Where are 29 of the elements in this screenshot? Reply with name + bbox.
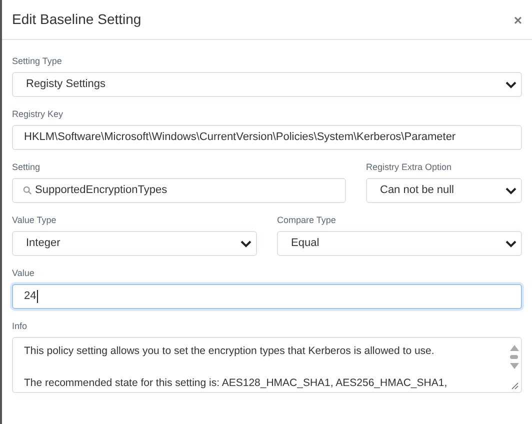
chevron-down-icon — [505, 240, 517, 248]
dropdown[interactable]: Can not be null — [366, 178, 522, 203]
input-field[interactable]: 24 — [12, 284, 522, 309]
field-label: Setting — [12, 161, 42, 173]
dropdown[interactable]: Integer — [12, 231, 257, 256]
info-text: This policy setting allows you to set the encryption types that Kerberos is allowed to use. — [24, 344, 434, 359]
field-label: Compare Type — [277, 214, 337, 226]
field-label: Info — [12, 320, 28, 332]
dropdown[interactable]: Registy Settings — [12, 72, 522, 97]
text-area[interactable]: This policy setting allows you to set the encryption types that Kerberos is allowed to use. The recommended state for this setting is: AES128_HMAC_SHA1, AES256_HMAC_SHA1, — [12, 337, 522, 393]
chevron-down-icon — [505, 186, 517, 194]
resize-handle-icon[interactable] — [510, 381, 519, 390]
field-label: Registry Key — [12, 108, 64, 120]
search-icon — [23, 186, 32, 195]
close-button[interactable]: × — [514, 12, 522, 26]
field-label: Registry Extra Option — [366, 161, 453, 173]
info-text: The recommended state for this setting is: AES128_HMAC_SHA1, AES256_HMAC_SHA1, — [24, 376, 448, 391]
scroll-up-icon[interactable] — [510, 345, 518, 351]
chevron-down-icon — [505, 80, 517, 88]
field-label: Setting Type — [12, 55, 63, 67]
dialog-title: Edit Baseline Setting — [12, 10, 142, 29]
field-label: Value — [12, 267, 36, 279]
input-field[interactable]: HKLM\Software\Microsoft\Windows\CurrentVersion\Policies\System\Kerberos\Parameter — [12, 125, 522, 150]
dropdown[interactable]: Equal — [277, 231, 522, 256]
search-field[interactable]: SupportedEncryptionTypes — [12, 178, 346, 203]
scrollbar-thumb[interactable] — [510, 355, 518, 359]
scroll-down-icon[interactable] — [510, 363, 518, 369]
chevron-down-icon — [240, 240, 252, 248]
field-label: Value Type — [12, 214, 58, 226]
